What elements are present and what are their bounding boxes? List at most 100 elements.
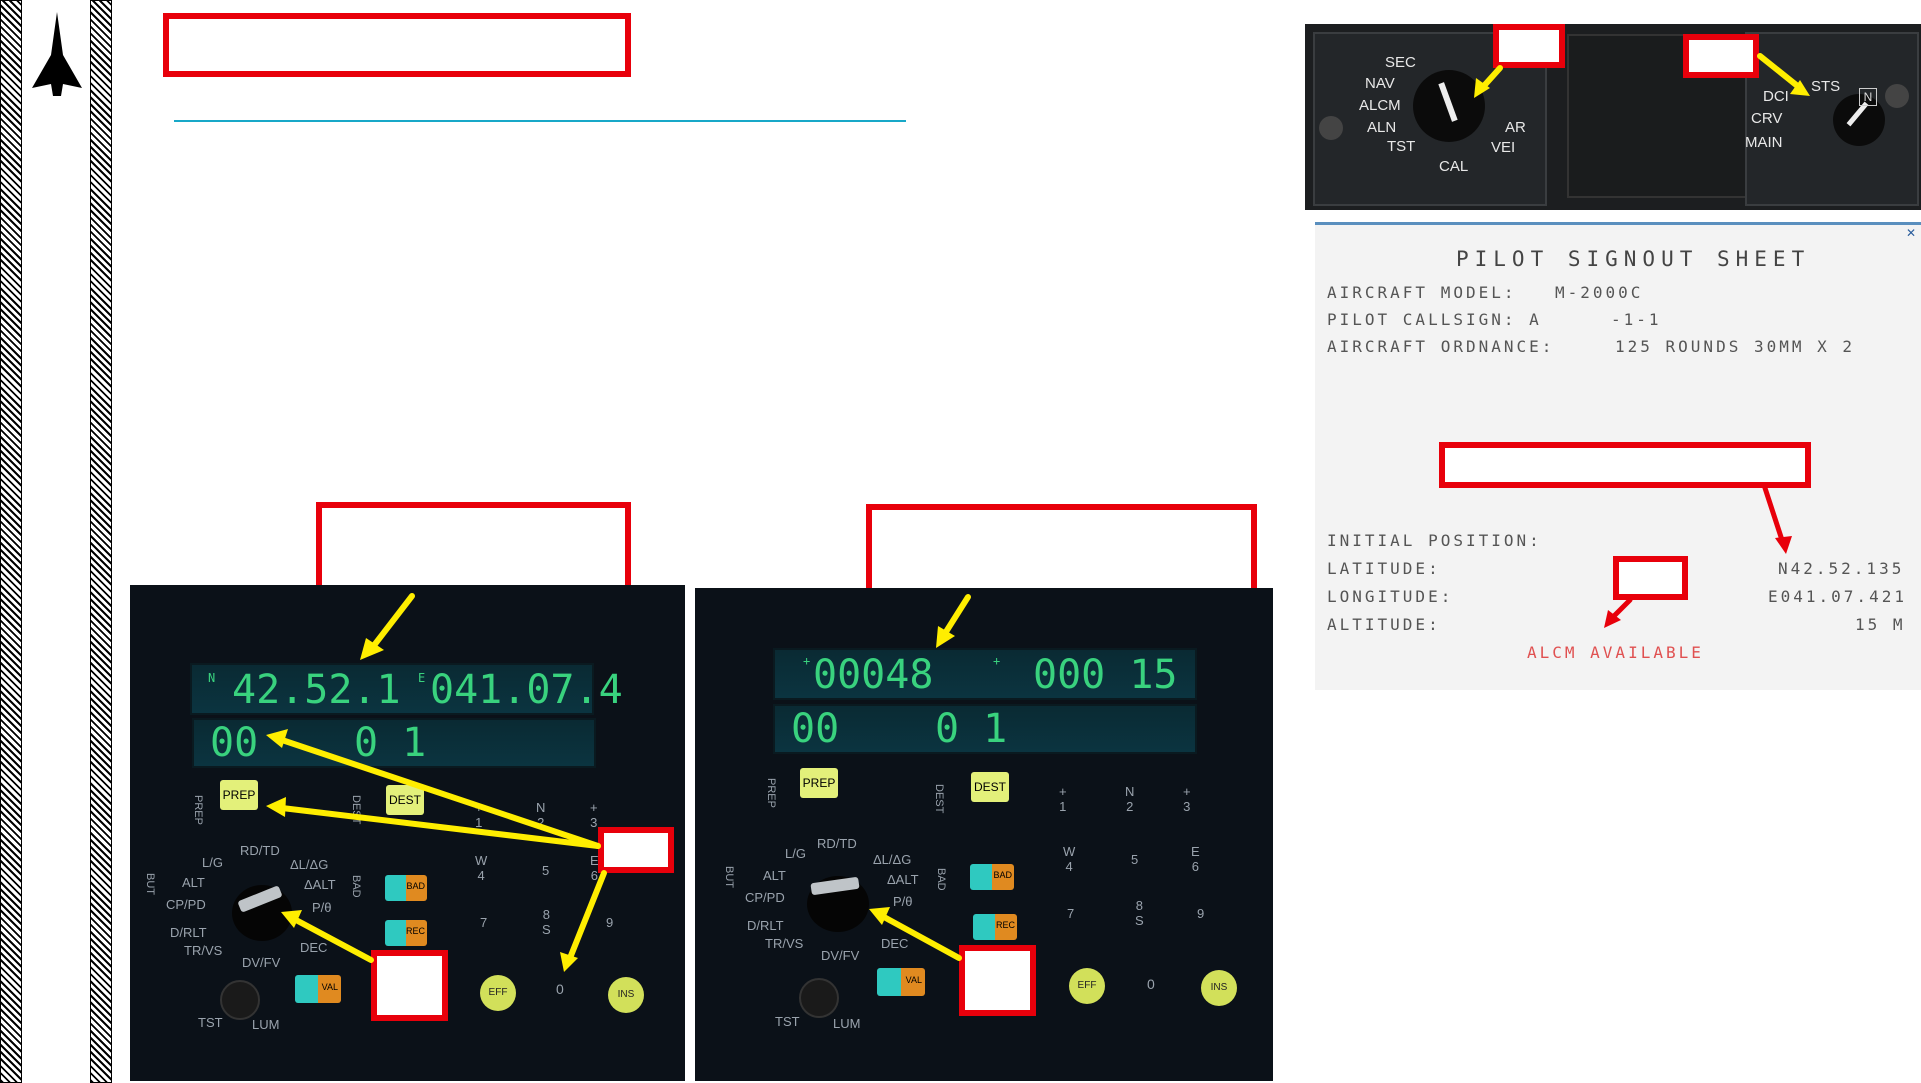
pilot-callsign-value: -1-1 xyxy=(1611,310,1662,329)
left-sel-cppd: CP/PD xyxy=(166,897,206,912)
right-eff-button[interactable]: EFF xyxy=(1069,968,1105,1004)
right-lum-knob[interactable] xyxy=(799,978,839,1018)
ordnance-value: 125 ROUNDS 30MM X 2 xyxy=(1615,337,1856,356)
left-sel-drlt: D/RLT xyxy=(170,925,207,940)
right-lcd-value: 000 15 xyxy=(1033,652,1178,698)
left-key-1[interactable]: + 1 xyxy=(475,800,483,830)
latitude-value: N42.52.135 xyxy=(1778,559,1905,578)
right-val-button[interactable]: VAL xyxy=(877,968,925,996)
right-lcd-marker-2: + xyxy=(993,654,1001,668)
sheet-title: PILOT SIGNOUT SHEET xyxy=(1456,247,1811,271)
left-sel-rdtd: RD/TD xyxy=(240,843,280,858)
left-key-5[interactable]: 5 xyxy=(542,863,549,878)
right-key-1[interactable]: + 1 xyxy=(1059,784,1067,814)
left-mode-selector-knob[interactable] xyxy=(232,885,292,941)
left-lcd-e-marker: E xyxy=(418,671,426,685)
left-key-8[interactable]: 8 S xyxy=(542,907,551,937)
ins-sel-sts: STS xyxy=(1811,78,1841,95)
left-lcd-lat: 42.52.1 xyxy=(232,667,401,713)
ins-right-callout-box xyxy=(1683,34,1759,78)
left-sel-dldg: ΔL/ΔG xyxy=(290,857,329,872)
left-lcd-bottom-left: 00 xyxy=(210,720,259,766)
right-lcd-top: + 00048 + 000 15 xyxy=(773,648,1197,700)
right-sel-dalt: ΔALT xyxy=(887,872,919,887)
right-sel-bad: BAD xyxy=(935,868,947,891)
left-key-9[interactable]: 9 xyxy=(606,915,613,930)
right-lcd-distance: 00048 xyxy=(813,652,934,698)
ins-sel-main: MAIN xyxy=(1745,134,1783,151)
left-lcd-bottom: 00 0 1 xyxy=(192,718,596,768)
right-sel-cppd: CP/PD xyxy=(745,890,785,905)
right-rec-button[interactable]: REC xyxy=(973,914,1017,940)
left-prep-button[interactable]: PREP xyxy=(220,780,258,810)
left-lum-knob[interactable] xyxy=(220,980,260,1020)
ins-sel-nav: NAV xyxy=(1365,75,1395,92)
left-lcd-top: N 42.52.1 E 041.07.4 xyxy=(190,663,623,715)
left-sel-alt: ALT xyxy=(182,875,205,890)
left-key-4[interactable]: W 4 xyxy=(475,853,487,883)
aircraft-model-value: M-2000C xyxy=(1555,283,1644,302)
left-dest-vertical-label: DEST xyxy=(350,795,362,825)
close-icon[interactable]: ✕ xyxy=(1903,225,1919,241)
left-dest-button[interactable]: DEST xyxy=(386,785,424,815)
ins-screw-icon xyxy=(1885,84,1909,108)
right-key-6[interactable]: E 6 xyxy=(1191,844,1200,874)
left-sel-but: BUT xyxy=(144,873,156,895)
right-key-4[interactable]: W 4 xyxy=(1063,844,1075,874)
left-lcd-n-marker: N xyxy=(208,671,216,685)
right-key-8[interactable]: 8 S xyxy=(1135,898,1144,928)
right-prep-button[interactable]: PREP xyxy=(800,768,838,798)
left-prep-callout-box xyxy=(598,827,674,873)
left-key-2[interactable]: N 2 xyxy=(536,800,545,830)
left-sel-lum: LUM xyxy=(252,1017,280,1032)
left-sel-ptheta: P/θ xyxy=(312,900,332,915)
right-mode-selector-knob[interactable] xyxy=(807,876,869,932)
ins-sel-alcm: ALCM xyxy=(1359,97,1401,114)
ins-sel-cal: CAL xyxy=(1439,158,1469,175)
ins-screw-icon xyxy=(1319,116,1343,140)
left-eff-button[interactable]: EFF xyxy=(480,975,516,1011)
left-hatch-bar xyxy=(0,0,22,1083)
right-bad-button[interactable]: BAD xyxy=(970,864,1014,890)
right-sel-lg: L/G xyxy=(785,846,806,861)
left-ins-button[interactable]: INS xyxy=(608,977,644,1013)
left-key-0[interactable]: 0 xyxy=(556,981,564,997)
right-dest-button[interactable]: DEST xyxy=(971,772,1009,802)
right-sel-but: BUT xyxy=(723,866,735,888)
left-sel-tst: TST xyxy=(198,1015,223,1030)
right-knob-callout-box xyxy=(959,945,1036,1016)
right-key-7[interactable]: 7 xyxy=(1067,906,1074,921)
left-key-7[interactable]: 7 xyxy=(480,915,487,930)
right-sel-dldg: ΔL/ΔG xyxy=(873,852,912,867)
latitude-label: LATITUDE: xyxy=(1327,559,1441,578)
ins-sel-tst: TST xyxy=(1387,138,1416,155)
ins-left-knob[interactable] xyxy=(1413,70,1485,142)
sheet-position-callout-box xyxy=(1439,442,1811,488)
ins-sel-sec: SEC xyxy=(1385,54,1416,71)
left-sel-bad: BAD xyxy=(350,875,362,898)
right-ins-button[interactable]: INS xyxy=(1201,970,1237,1006)
ins-sel-dci: DCI xyxy=(1763,88,1789,105)
left-sel-dec: DEC xyxy=(300,940,328,955)
ins-n-indicator: N xyxy=(1859,88,1877,106)
left-val-button[interactable]: VAL xyxy=(295,975,341,1003)
right-key-0[interactable]: 0 xyxy=(1147,976,1155,992)
right-key-3[interactable]: + 3 xyxy=(1183,784,1191,814)
longitude-value: E041.07.421 xyxy=(1768,587,1907,606)
right-key-5[interactable]: 5 xyxy=(1131,852,1138,867)
aircraft-model-label: AIRCRAFT MODEL: xyxy=(1327,283,1517,302)
initial-position-label: INITIAL POSITION: xyxy=(1327,531,1542,550)
left-rec-button[interactable]: REC xyxy=(385,920,427,946)
ins-sel-vei: VEI xyxy=(1491,139,1516,156)
left-key-3[interactable]: + 3 xyxy=(590,800,598,830)
right-dest-vertical-label: DEST xyxy=(933,784,945,814)
right-lcd-bottom-right: 0 1 xyxy=(935,706,1008,752)
right-sel-ptheta: P/θ xyxy=(893,894,913,909)
title-divider xyxy=(174,120,906,122)
right-key-9[interactable]: 9 xyxy=(1197,906,1204,921)
right-key-2[interactable]: N 2 xyxy=(1125,784,1134,814)
left-bad-button[interactable]: BAD xyxy=(385,875,427,901)
left-lcd-bottom-right: 0 1 xyxy=(354,720,427,766)
title-callout-box xyxy=(163,13,631,77)
longitude-label: LONGITUDE: xyxy=(1327,587,1454,606)
